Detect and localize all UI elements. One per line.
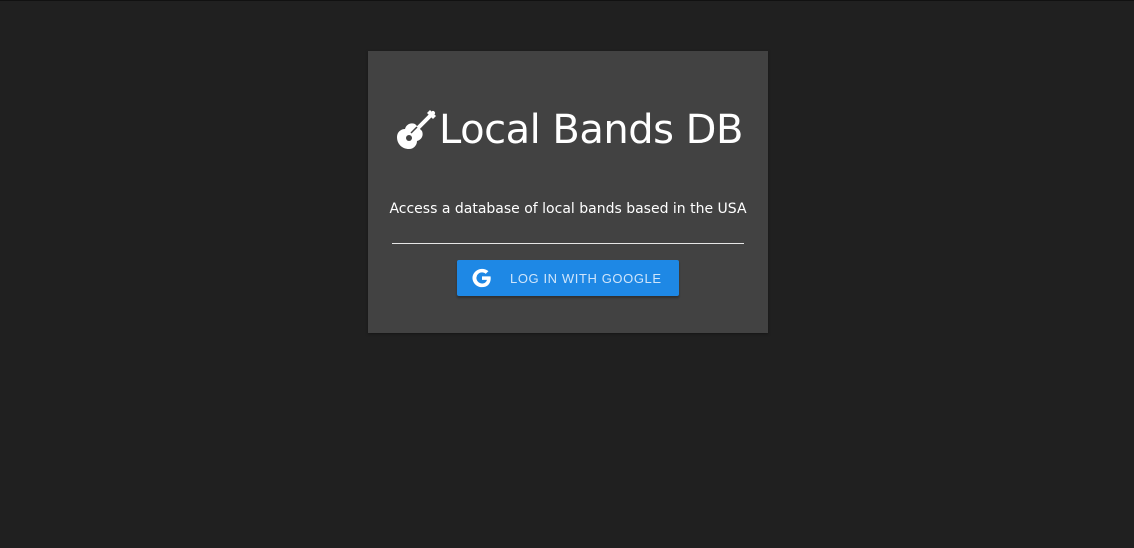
guitar-icon [393, 107, 439, 153]
google-login-button[interactable]: LOG IN WITH GOOGLE [457, 260, 679, 296]
google-icon [471, 267, 493, 289]
login-page: Local Bands DB Access a database of loca… [0, 0, 1134, 548]
app-title: Local Bands DB [439, 107, 743, 153]
google-login-label: LOG IN WITH GOOGLE [510, 270, 662, 286]
app-header: Local Bands DB [393, 105, 743, 155]
app-subtitle: Access a database of local bands based i… [389, 201, 747, 217]
divider [392, 243, 744, 244]
login-card: Local Bands DB Access a database of loca… [368, 51, 768, 333]
